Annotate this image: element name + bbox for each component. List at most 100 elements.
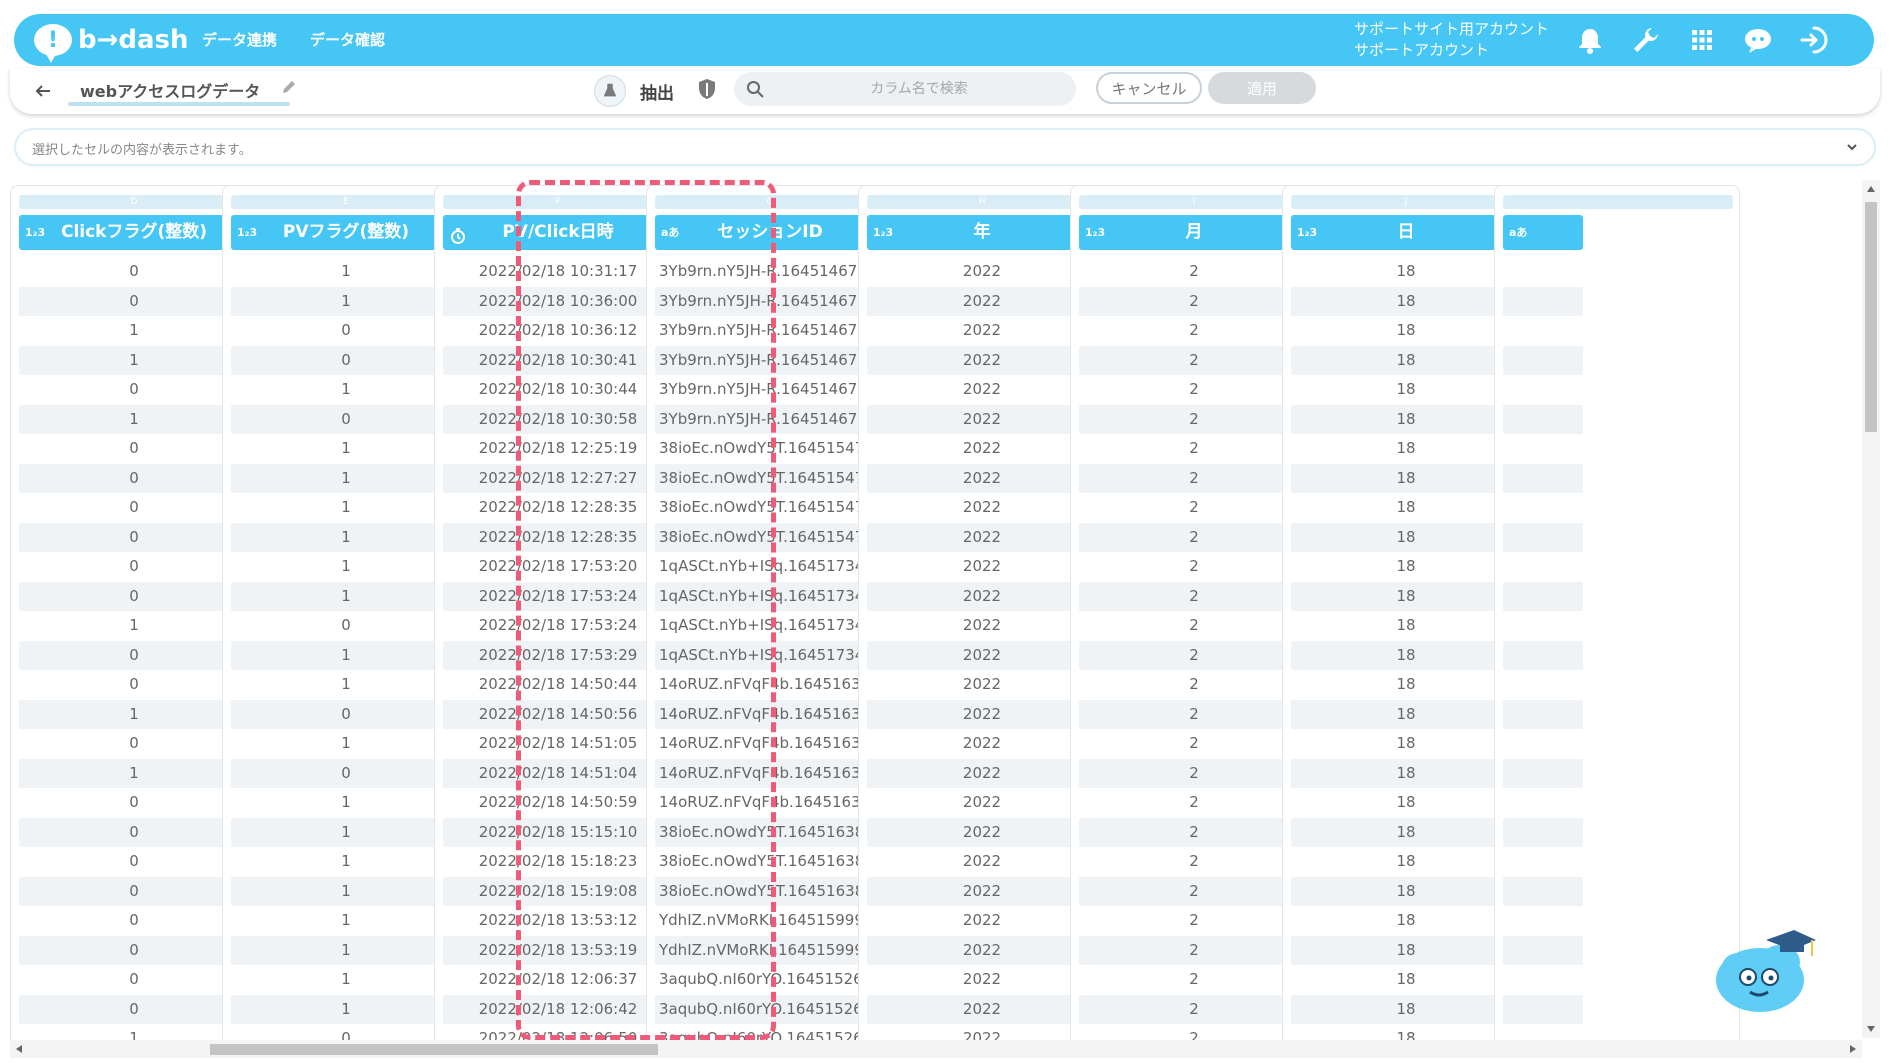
- table-cell[interactable]: 2022/02/18 10:30:58: [443, 404, 673, 434]
- table-cell[interactable]: 18: [1291, 257, 1521, 287]
- table-cell[interactable]: 1: [231, 581, 461, 611]
- table-cell[interactable]: 0: [19, 788, 249, 818]
- table-cell[interactable]: 1: [231, 286, 461, 316]
- table-cell[interactable]: [1503, 699, 1583, 729]
- table-cell[interactable]: 18: [1291, 994, 1521, 1024]
- vertical-scroll-thumb[interactable]: [1865, 202, 1877, 432]
- column-header[interactable]: aあ: [1503, 215, 1583, 250]
- table-cell[interactable]: 1: [231, 847, 461, 877]
- table-cell[interactable]: 2022/02/18 12:25:19: [443, 434, 673, 464]
- table-cell[interactable]: 14oRUZ.nFVqF4b.16451634...: [655, 729, 885, 759]
- table-cell[interactable]: 0: [19, 876, 249, 906]
- table-cell[interactable]: 2022/02/18 12:27:27: [443, 463, 673, 493]
- table-cell[interactable]: 2022: [867, 404, 1097, 434]
- table-cell[interactable]: [1503, 876, 1583, 906]
- table-cell[interactable]: 3Yb9rn.nY5JH-R.164514675...: [655, 375, 885, 405]
- table-cell[interactable]: 2: [1079, 434, 1309, 464]
- table-cell[interactable]: 2022: [867, 522, 1097, 552]
- vertical-scrollbar[interactable]: [1862, 180, 1880, 1038]
- table-cell[interactable]: [1503, 935, 1583, 965]
- table-cell[interactable]: 1: [231, 522, 461, 552]
- table-cell[interactable]: [1503, 729, 1583, 759]
- column-header[interactable]: 1₂3 月: [1079, 215, 1309, 250]
- table-cell[interactable]: 1: [231, 876, 461, 906]
- table-cell[interactable]: 38ioEc.nOwdY5T.164515471...: [655, 434, 885, 464]
- table-cell[interactable]: 2022: [867, 670, 1097, 700]
- column-search[interactable]: [734, 72, 1076, 106]
- logout-icon[interactable]: [1798, 24, 1830, 56]
- account-info[interactable]: サポートサイト用アカウント サポートアカウント: [1354, 19, 1549, 61]
- table-cell[interactable]: 1qASCt.nYb+ISq.164517346...: [655, 581, 885, 611]
- table-cell[interactable]: 3aqubQ.nI60rYO.164515268...: [655, 994, 885, 1024]
- table-cell[interactable]: 0: [231, 404, 461, 434]
- table-cell[interactable]: 2022/02/18 14:51:04: [443, 758, 673, 788]
- table-cell[interactable]: 0: [231, 611, 461, 641]
- table-cell[interactable]: 1qASCt.nYb+ISq.164517346...: [655, 552, 885, 582]
- column-header[interactable]: 1₂3 PVフラグ(整数): [231, 215, 461, 250]
- table-cell[interactable]: 0: [231, 345, 461, 375]
- table-cell[interactable]: 1: [231, 965, 461, 995]
- table-cell[interactable]: 3Yb9rn.nY5JH-R.164514675...: [655, 345, 885, 375]
- table-cell[interactable]: 1: [231, 729, 461, 759]
- table-cell[interactable]: 1: [19, 758, 249, 788]
- table-cell[interactable]: 2: [1079, 611, 1309, 641]
- table-cell[interactable]: 0: [19, 286, 249, 316]
- table-cell[interactable]: 1: [231, 375, 461, 405]
- table-cell[interactable]: 2022: [867, 463, 1097, 493]
- table-cell[interactable]: 18: [1291, 876, 1521, 906]
- table-cell[interactable]: 0: [19, 847, 249, 877]
- table-cell[interactable]: 2022/02/18 13:53:19: [443, 935, 673, 965]
- table-cell[interactable]: 2022: [867, 493, 1097, 523]
- table-cell[interactable]: [1503, 286, 1583, 316]
- table-cell[interactable]: 2022/02/18 14:50:56: [443, 699, 673, 729]
- table-cell[interactable]: 18: [1291, 758, 1521, 788]
- table-cell[interactable]: 2022: [867, 345, 1097, 375]
- table-cell[interactable]: 38ioEc.nOwdY5T.164515471...: [655, 493, 885, 523]
- shield-icon[interactable]: [696, 77, 718, 101]
- table-cell[interactable]: 2: [1079, 906, 1309, 936]
- table-cell[interactable]: 2022/02/18 14:50:44: [443, 670, 673, 700]
- table-cell[interactable]: 2: [1079, 699, 1309, 729]
- table-cell[interactable]: 3Yb9rn.nY5JH-R.164514675...: [655, 316, 885, 346]
- table-cell[interactable]: 0: [19, 257, 249, 287]
- scroll-down-icon[interactable]: [1867, 1026, 1875, 1032]
- table-cell[interactable]: 0: [19, 729, 249, 759]
- table-cell[interactable]: 2022: [867, 316, 1097, 346]
- table-cell[interactable]: 0: [19, 965, 249, 995]
- table-cell[interactable]: 2022: [867, 994, 1097, 1024]
- table-cell[interactable]: 2022: [867, 906, 1097, 936]
- table-cell[interactable]: 1: [231, 994, 461, 1024]
- table-cell[interactable]: 14oRUZ.nFVqF4b.16451634...: [655, 788, 885, 818]
- column-letter[interactable]: [1503, 195, 1733, 209]
- table-cell[interactable]: 1: [231, 257, 461, 287]
- table-cell[interactable]: 18: [1291, 581, 1521, 611]
- table-cell[interactable]: 18: [1291, 935, 1521, 965]
- table-cell[interactable]: 38ioEc.nOwdY5T.164516389...: [655, 817, 885, 847]
- table-cell[interactable]: 1qASCt.nYb+ISq.164517346...: [655, 640, 885, 670]
- table-cell[interactable]: 2022: [867, 729, 1097, 759]
- table-cell[interactable]: [1503, 552, 1583, 582]
- table-cell[interactable]: 18: [1291, 493, 1521, 523]
- table-cell[interactable]: 2022/02/18 15:15:10: [443, 817, 673, 847]
- table-cell[interactable]: 0: [19, 670, 249, 700]
- table-cell[interactable]: 2022: [867, 257, 1097, 287]
- extract-label[interactable]: 抽出: [640, 79, 674, 104]
- table-cell[interactable]: 2: [1079, 994, 1309, 1024]
- table-cell[interactable]: 38ioEc.nOwdY5T.164516389...: [655, 876, 885, 906]
- table-cell[interactable]: 1: [231, 935, 461, 965]
- table-cell[interactable]: 18: [1291, 286, 1521, 316]
- table-cell[interactable]: [1503, 788, 1583, 818]
- table-cell[interactable]: 2022: [867, 817, 1097, 847]
- table-cell[interactable]: [1503, 257, 1583, 287]
- column-letter[interactable]: F: [443, 195, 673, 209]
- apply-button[interactable]: 適用: [1208, 72, 1316, 104]
- table-cell[interactable]: 2: [1079, 552, 1309, 582]
- table-cell[interactable]: 18: [1291, 375, 1521, 405]
- table-cell[interactable]: 0: [19, 522, 249, 552]
- column-letter[interactable]: D: [19, 195, 249, 209]
- table-cell[interactable]: 18: [1291, 552, 1521, 582]
- table-cell[interactable]: [1503, 375, 1583, 405]
- table-cell[interactable]: 2: [1079, 817, 1309, 847]
- table-cell[interactable]: 0: [19, 581, 249, 611]
- table-cell[interactable]: 1: [19, 316, 249, 346]
